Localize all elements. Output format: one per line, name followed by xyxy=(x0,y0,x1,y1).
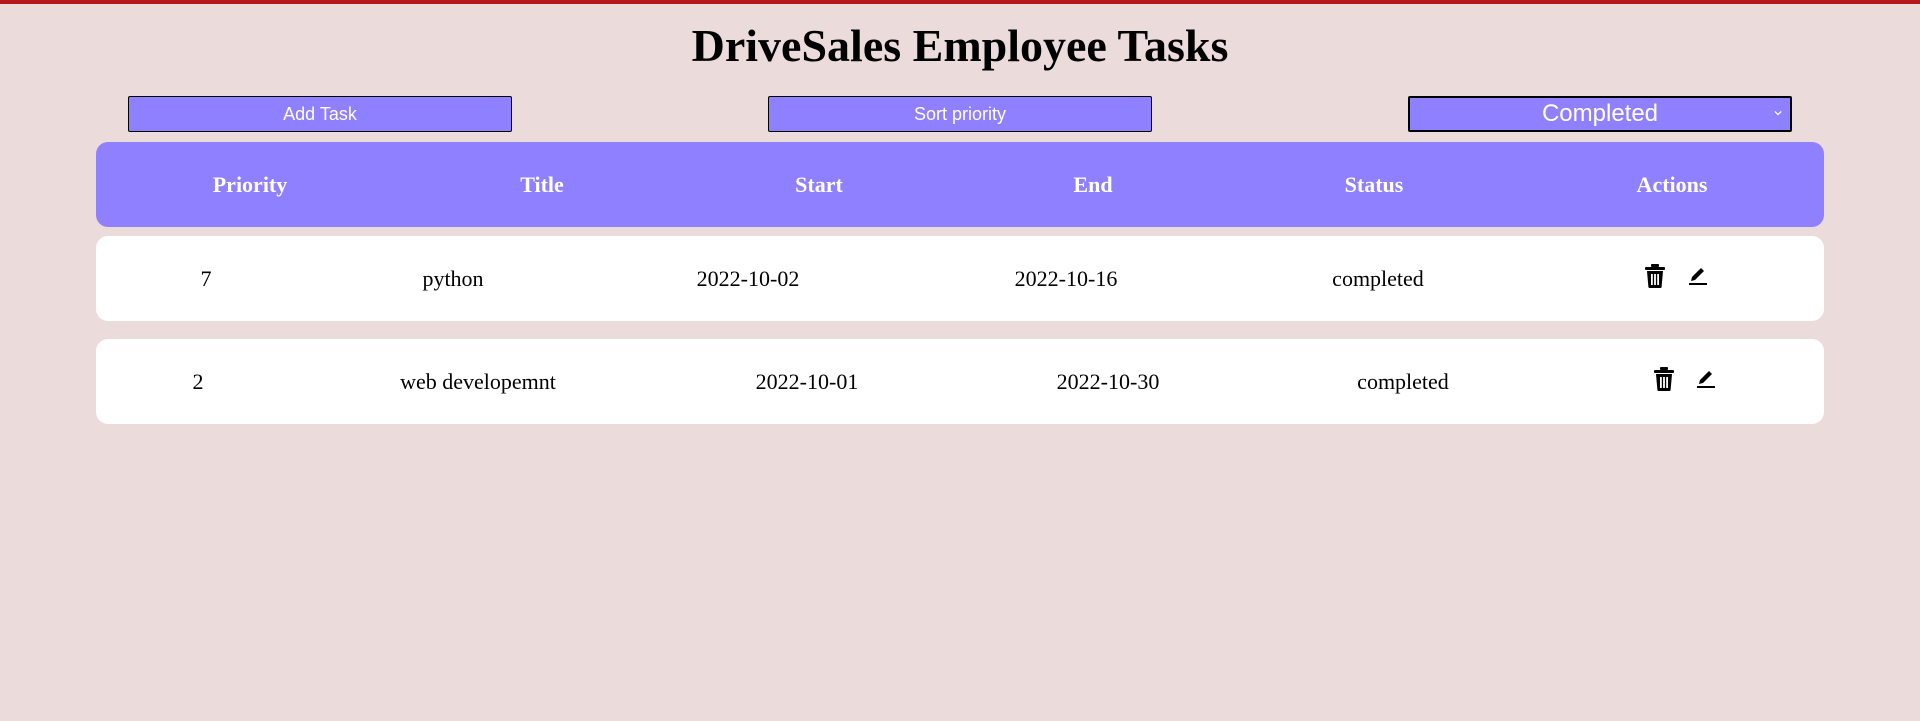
edit-icon[interactable] xyxy=(1687,263,1709,289)
trash-icon[interactable] xyxy=(1653,366,1675,392)
title-cell: python xyxy=(422,266,484,291)
end-date-cell: 2022-10-30 xyxy=(1056,369,1160,394)
title-cell: web developemnt xyxy=(400,369,556,394)
page-title: DriveSales Employee Tasks xyxy=(691,20,1229,71)
table-row: 2 web developemnt 2022-10-01 2022-10-30 … xyxy=(96,339,1824,424)
column-header-start: Start xyxy=(795,172,843,197)
column-header-end: End xyxy=(1073,172,1113,197)
top-accent-bar xyxy=(0,0,1920,4)
status-cell: completed xyxy=(1357,369,1449,394)
column-header-actions: Actions xyxy=(1636,172,1708,197)
add-task-button[interactable]: Add Task xyxy=(128,96,512,132)
start-date-cell: 2022-10-02 xyxy=(696,266,800,291)
edit-icon[interactable] xyxy=(1695,366,1717,392)
column-header-status: Status xyxy=(1344,172,1404,197)
end-date-cell: 2022-10-16 xyxy=(1014,266,1118,291)
start-date-cell: 2022-10-01 xyxy=(755,369,859,394)
trash-icon[interactable] xyxy=(1644,263,1666,289)
status-filter-select[interactable]: Completed xyxy=(1408,96,1792,132)
table-header: Priority Title Start End Status Actions xyxy=(96,142,1824,227)
chevron-down-icon xyxy=(1774,110,1782,116)
status-cell: completed xyxy=(1332,266,1424,291)
sort-priority-button[interactable]: Sort priority xyxy=(768,96,1152,132)
column-header-priority: Priority xyxy=(212,172,288,197)
column-header-title: Title xyxy=(520,172,564,197)
priority-cell: 2 xyxy=(192,369,204,394)
table-row: 7 python 2022-10-02 2022-10-16 completed xyxy=(96,236,1824,321)
priority-cell: 7 xyxy=(200,266,212,291)
status-filter-value: Completed xyxy=(1541,100,1659,127)
